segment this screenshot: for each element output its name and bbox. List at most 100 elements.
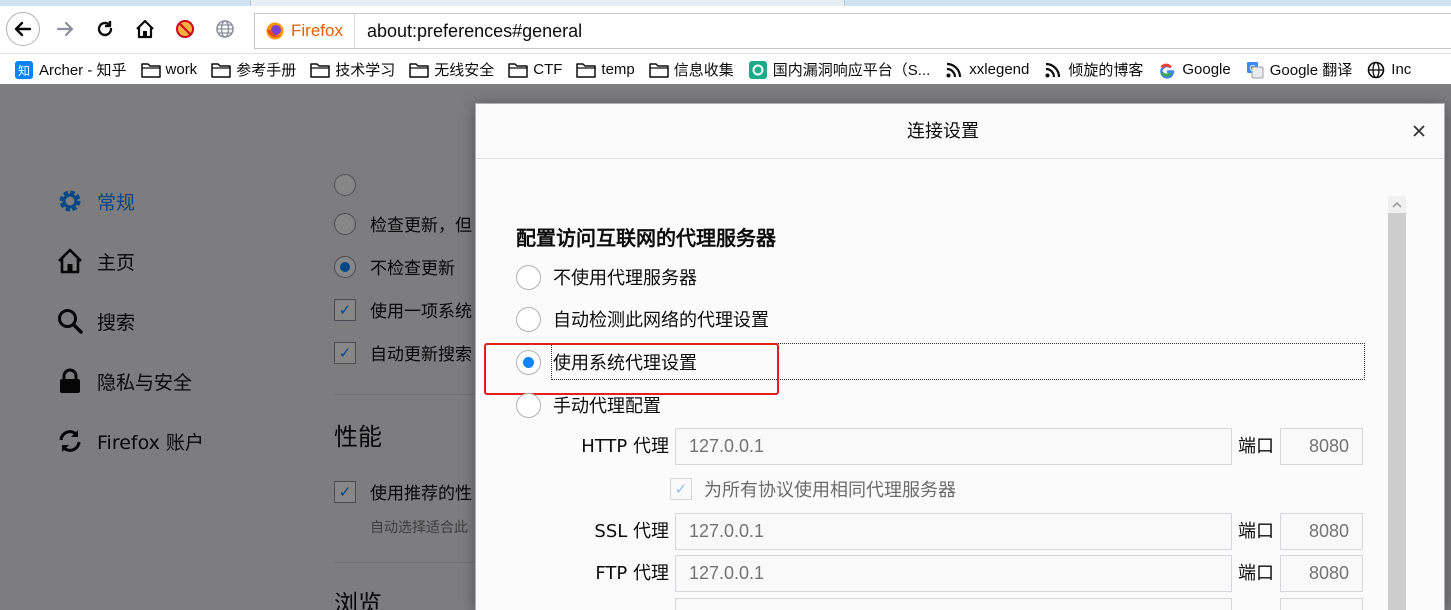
bookmark-label: temp [601, 61, 635, 78]
globe-icon [216, 20, 234, 38]
bookmark-item[interactable]: xxlegend [944, 61, 1029, 79]
folder-icon [140, 61, 161, 79]
bookmark-label: Google 翻译 [1269, 62, 1353, 79]
bookmark-item[interactable]: Inc [1366, 61, 1411, 79]
proxy-section-title: 配置访问互联网的代理服务器 [516, 226, 776, 250]
bookmark-item[interactable]: 国内漏洞响应平台（S... [748, 59, 931, 80]
http-proxy-label: HTTP 代理 [581, 436, 669, 457]
bookmarks-toolbar: 知 Archer - 知乎 work 参考手册 技术学习 无线安全 CTF temp 信息收集 国… [0, 55, 1451, 84]
folder-icon [508, 61, 528, 79]
connection-settings-dialog: 连接设置 配置访问互联网的代理服务器 不使用代理服务器 自动检测此网络的代理设置… [475, 103, 1445, 610]
radio[interactable] [516, 264, 541, 290]
bookmark-item[interactable]: 参考手册 [211, 59, 296, 80]
bookmark-item[interactable]: 无线安全 [409, 59, 494, 80]
url-bar[interactable]: Firefox about:preferences#general [254, 13, 1451, 49]
port-label: 端口 [1238, 563, 1274, 584]
folder-icon [409, 61, 429, 79]
site-icon [748, 60, 768, 79]
navigation-toolbar: Firefox about:preferences#general [0, 6, 1451, 54]
bookmark-label: 技术学习 [335, 62, 396, 79]
bookmark-item[interactable]: G Google 翻译 [1245, 59, 1353, 80]
bookmark-label: work [165, 61, 198, 78]
option-label: 不使用代理服务器 [553, 268, 697, 289]
http-proxy-row: HTTP 代理 127.0.0.1 端口 8080 [476, 428, 1376, 465]
forward-button[interactable] [48, 12, 82, 46]
checkbox-checked[interactable]: ✓ [670, 478, 692, 500]
svg-text:知: 知 [18, 64, 30, 78]
bookmark-label: xxlegend [969, 61, 1030, 78]
close-icon [1413, 125, 1425, 137]
radio[interactable] [516, 392, 541, 418]
dialog-header: 连接设置 [476, 104, 1444, 159]
option-label: 自动检测此网络的代理设置 [553, 310, 769, 331]
bookmark-item[interactable]: 信息收集 [649, 59, 734, 80]
bookmark-item[interactable]: 知 Archer - 知乎 [14, 59, 127, 80]
folder-icon [576, 61, 597, 79]
ftp-proxy-host-input[interactable]: 127.0.0.1 [675, 555, 1232, 592]
reload-button[interactable] [88, 12, 122, 46]
auto-detect-option[interactable]: 自动检测此网络的代理设置 [516, 306, 769, 332]
home-icon [136, 19, 154, 39]
http-proxy-port-input[interactable]: 8080 [1280, 428, 1363, 465]
http-proxy-host-input[interactable]: 127.0.0.1 [675, 428, 1232, 465]
bookmark-item[interactable]: CTF [508, 61, 562, 79]
dialog-title: 连接设置 [907, 121, 979, 142]
bookmark-label: Google [1182, 61, 1231, 78]
folder-icon [211, 61, 231, 79]
ftp-proxy-row: FTP 代理 127.0.0.1 端口 8080 [476, 555, 1376, 592]
identity-box[interactable]: Firefox [255, 14, 355, 48]
bookmark-item[interactable]: temp [576, 61, 635, 79]
port-label: 端口 [1238, 521, 1274, 542]
bookmark-label: Archer - 知乎 [39, 62, 127, 79]
ftp-proxy-label: FTP 代理 [595, 563, 669, 584]
no-proxy-option[interactable]: 不使用代理服务器 [516, 264, 697, 290]
scroll-up-button[interactable] [1388, 196, 1406, 213]
scrollbar[interactable] [1388, 196, 1406, 610]
firefox-logo-icon [266, 22, 284, 40]
svg-text:G: G [1249, 64, 1255, 73]
home-button[interactable] [128, 12, 162, 46]
bookmark-item[interactable]: 倾旋的博客 [1043, 59, 1143, 80]
proxy-port-input[interactable] [1280, 598, 1363, 610]
bookmark-label: Inc [1391, 61, 1412, 78]
bookmark-label: 国内漏洞响应平台（S... [772, 62, 931, 79]
bookmark-item[interactable]: Google [1157, 61, 1231, 79]
folder-icon [649, 61, 669, 79]
back-button[interactable] [6, 12, 40, 46]
google-icon [1157, 61, 1177, 79]
proxy-host-input[interactable] [675, 598, 1232, 610]
bookmark-label: CTF [533, 61, 563, 78]
bookmark-label: 参考手册 [236, 62, 297, 79]
radio[interactable] [516, 306, 541, 332]
google-translate-icon: G [1245, 61, 1265, 79]
option-label: 手动代理配置 [553, 396, 661, 417]
close-button[interactable] [1406, 118, 1432, 144]
same-proxy-label: 为所有协议使用相同代理服务器 [704, 480, 956, 501]
globe-button[interactable] [208, 12, 242, 46]
bookmark-label: 信息收集 [673, 62, 734, 79]
ssl-proxy-row: SSL 代理 127.0.0.1 端口 8080 [476, 513, 1376, 550]
same-proxy-checkbox-row[interactable]: ✓ 为所有协议使用相同代理服务器 [670, 476, 956, 502]
ssl-proxy-label: SSL 代理 [594, 521, 669, 542]
highlight-annotation [484, 343, 779, 395]
url-text[interactable]: about:preferences#general [367, 14, 582, 48]
extension-button[interactable] [168, 12, 202, 46]
bookmark-item[interactable]: 技术学习 [310, 59, 395, 80]
blocked-extension-icon [176, 20, 194, 38]
ssl-proxy-port-input[interactable]: 8080 [1280, 513, 1363, 550]
chevron-up-icon [1392, 201, 1402, 208]
globe-icon [1366, 61, 1386, 79]
ssl-proxy-host-input[interactable]: 127.0.0.1 [675, 513, 1232, 550]
rss-icon [1043, 61, 1063, 79]
identity-label: Firefox [291, 21, 343, 40]
arrow-right-icon [56, 21, 74, 37]
next-proxy-row [476, 598, 1376, 610]
bookmark-item[interactable]: work [140, 61, 198, 79]
rss-icon [944, 61, 964, 79]
reload-icon [97, 21, 113, 37]
ftp-proxy-port-input[interactable]: 8080 [1280, 555, 1363, 592]
manual-proxy-option[interactable]: 手动代理配置 [516, 392, 661, 418]
bookmark-label: 倾旋的博客 [1068, 62, 1144, 79]
folder-icon [310, 61, 330, 79]
bookmark-label: 无线安全 [434, 62, 495, 79]
